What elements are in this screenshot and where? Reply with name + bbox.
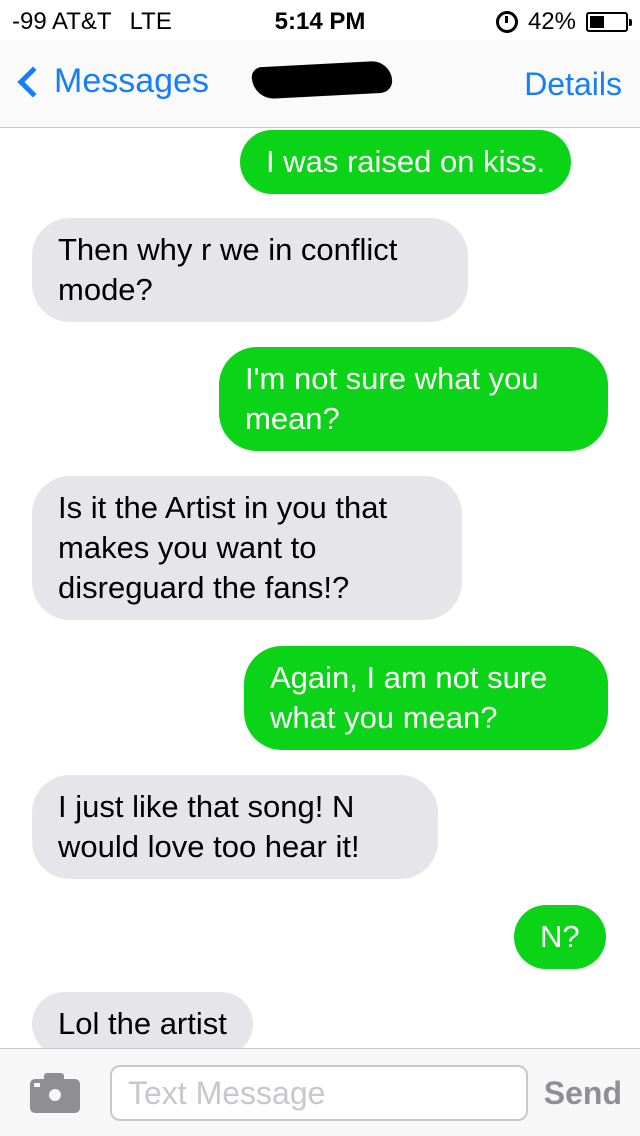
- camera-icon-flash: [34, 1083, 40, 1087]
- back-label: Messages: [54, 62, 209, 100]
- battery-percent: 42%: [527, 8, 576, 35]
- message-bubble-incoming[interactable]: Then why r we in conflict mode?: [32, 218, 468, 322]
- alarm-icon: [495, 11, 518, 33]
- message-text-input[interactable]: [110, 1065, 528, 1121]
- message-bubble-outgoing[interactable]: Again, I am not sure what you mean?: [244, 646, 608, 750]
- message-input-bar: Send: [0, 1048, 640, 1136]
- message-bubble-outgoing[interactable]: I'm not sure what you mean?: [219, 347, 608, 451]
- camera-icon-lens: [45, 1085, 65, 1105]
- chevron-left-icon: [17, 65, 49, 98]
- details-button[interactable]: Details: [524, 66, 622, 103]
- status-right: 42%: [495, 8, 632, 36]
- send-button[interactable]: Send: [544, 1075, 622, 1112]
- message-bubble-outgoing[interactable]: I was raised on kiss.: [240, 130, 572, 194]
- contact-name-redacted: [251, 60, 402, 100]
- navigation-bar: Messages Details: [0, 40, 640, 128]
- redaction-mark: [251, 60, 393, 100]
- conversation[interactable]: I was raised on kiss. Then why r we in c…: [0, 128, 640, 1048]
- message-bubble-outgoing[interactable]: N?: [514, 905, 606, 969]
- message-bubble-incoming[interactable]: Is it the Artist in you that makes you w…: [32, 476, 462, 620]
- status-bar: -99 AT&T LTE 5:14 PM 42%: [0, 0, 640, 40]
- message-bubble-incoming[interactable]: I just like that song! N would love too …: [32, 775, 438, 879]
- back-button[interactable]: Messages: [14, 62, 209, 101]
- message-bubble-incoming[interactable]: Lol the artist: [32, 992, 253, 1048]
- battery-icon: [586, 12, 632, 32]
- battery-level-fill: [590, 16, 604, 28]
- camera-icon[interactable]: [30, 1073, 80, 1113]
